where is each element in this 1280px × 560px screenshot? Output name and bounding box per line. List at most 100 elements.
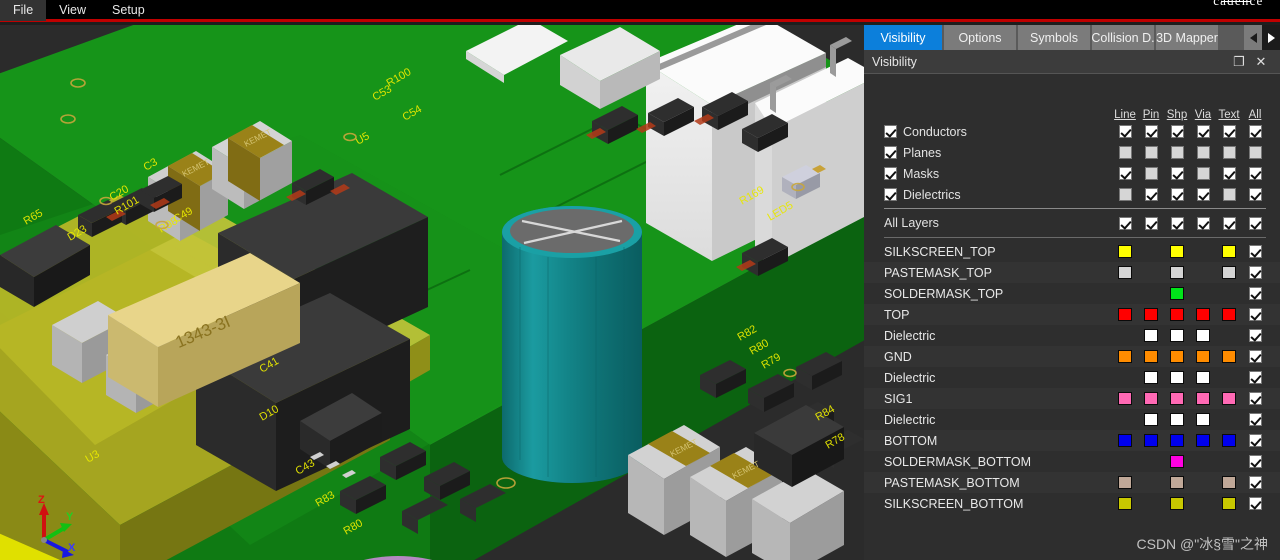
layer-color-swatch-shp[interactable] [1170,434,1184,447]
layer-visible-checkbox[interactable] [1249,413,1262,426]
group-checkbox-pin[interactable] [1145,167,1158,180]
layer-color-swatch-line[interactable] [1118,476,1132,489]
layer-color-swatch-shp[interactable] [1170,371,1184,384]
group-checkbox-all[interactable] [1249,125,1262,138]
group-checkbox-via[interactable] [1197,188,1210,201]
group-enable-checkbox[interactable] [884,146,897,159]
layer-visible-checkbox[interactable] [1249,392,1262,405]
group-checkbox-via[interactable] [1197,167,1210,180]
layer-color-swatch-shp[interactable] [1170,266,1184,279]
layer-color-swatch-text[interactable] [1222,266,1236,279]
layer-color-swatch-shp[interactable] [1170,455,1184,468]
layer-color-swatch-text[interactable] [1222,350,1236,363]
all-layers-checkbox-shp[interactable] [1171,217,1184,230]
layer-color-swatch-via[interactable] [1196,371,1210,384]
layer-color-swatch-shp[interactable] [1170,329,1184,342]
layer-color-swatch-via[interactable] [1196,350,1210,363]
layer-row[interactable]: BOTTOM [864,430,1280,451]
layer-visible-checkbox[interactable] [1249,497,1262,510]
layer-visible-checkbox[interactable] [1249,329,1262,342]
layer-visible-checkbox[interactable] [1249,245,1262,258]
tab-3d-mapper[interactable]: 3D Mapper [1156,25,1218,50]
layer-color-swatch-shp[interactable] [1170,308,1184,321]
undock-icon[interactable]: ❐ [1228,52,1250,72]
group-checkbox-shp[interactable] [1171,167,1184,180]
column-header-all[interactable]: All [1242,109,1268,121]
layer-visible-checkbox[interactable] [1249,266,1262,279]
group-checkbox-shp[interactable] [1171,188,1184,201]
layer-visible-checkbox[interactable] [1249,455,1262,468]
layer-color-swatch-line[interactable] [1118,266,1132,279]
group-checkbox-text[interactable] [1223,188,1236,201]
column-header-via[interactable]: Via [1190,109,1216,121]
layer-color-swatch-pin[interactable] [1144,392,1158,405]
close-icon[interactable]: ✕ [1250,52,1272,72]
layer-color-swatch-text[interactable] [1222,392,1236,405]
layer-color-swatch-text[interactable] [1222,434,1236,447]
layer-color-swatch-shp[interactable] [1170,350,1184,363]
layer-color-swatch-shp[interactable] [1170,245,1184,258]
layer-color-swatch-pin[interactable] [1144,371,1158,384]
tab-next-button[interactable] [1262,25,1280,50]
tab-collision-d[interactable]: Collision D. [1092,25,1154,50]
group-enable-checkbox[interactable] [884,125,897,138]
group-checkbox-shp[interactable] [1171,125,1184,138]
layer-visible-checkbox[interactable] [1249,434,1262,447]
layer-color-swatch-line[interactable] [1118,245,1132,258]
group-checkbox-line[interactable] [1119,188,1132,201]
layer-visible-checkbox[interactable] [1249,371,1262,384]
group-checkbox-text[interactable] [1223,167,1236,180]
column-header-line[interactable]: Line [1112,109,1138,121]
all-layers-checkbox-line[interactable] [1119,217,1132,230]
layer-color-swatch-via[interactable] [1196,413,1210,426]
group-checkbox-text[interactable] [1223,146,1236,159]
all-layers-checkbox-via[interactable] [1197,217,1210,230]
pcb-3d-viewport[interactable]: 1343-3I [0,25,864,560]
layer-color-swatch-via[interactable] [1196,392,1210,405]
layer-color-swatch-text[interactable] [1222,245,1236,258]
all-layers-checkbox-text[interactable] [1223,217,1236,230]
menu-item-setup[interactable]: Setup [99,0,158,21]
layer-color-swatch-line[interactable] [1118,497,1132,510]
all-layers-checkbox-pin[interactable] [1145,217,1158,230]
tab-symbols[interactable]: Symbols [1018,25,1090,50]
layer-color-swatch-line[interactable] [1118,434,1132,447]
group-checkbox-all[interactable] [1249,146,1262,159]
group-checkbox-via[interactable] [1197,125,1210,138]
layer-row[interactable]: PASTEMASK_TOP [864,262,1280,283]
all-layers-checkbox-all[interactable] [1249,217,1262,230]
layer-color-swatch-line[interactable] [1118,392,1132,405]
tab-options[interactable]: Options [944,25,1016,50]
layer-row[interactable]: Dielectric [864,325,1280,346]
group-checkbox-text[interactable] [1223,125,1236,138]
layer-visible-checkbox[interactable] [1249,308,1262,321]
layer-row[interactable]: SOLDERMASK_BOTTOM [864,451,1280,472]
menu-item-view[interactable]: View [46,0,99,21]
layer-row[interactable]: SOLDERMASK_TOP [864,283,1280,304]
layer-color-swatch-text[interactable] [1222,308,1236,321]
layer-color-swatch-shp[interactable] [1170,497,1184,510]
layer-row[interactable]: SILKSCREEN_TOP [864,241,1280,262]
group-enable-checkbox[interactable] [884,188,897,201]
layer-color-swatch-via[interactable] [1196,329,1210,342]
tab-visibility[interactable]: Visibility [864,25,942,50]
group-checkbox-line[interactable] [1119,167,1132,180]
layer-color-swatch-text[interactable] [1222,476,1236,489]
layer-color-swatch-pin[interactable] [1144,413,1158,426]
layer-visible-checkbox[interactable] [1249,287,1262,300]
layer-color-swatch-shp[interactable] [1170,392,1184,405]
layer-color-swatch-line[interactable] [1118,308,1132,321]
layer-color-swatch-pin[interactable] [1144,434,1158,447]
group-checkbox-all[interactable] [1249,188,1262,201]
layer-color-swatch-pin[interactable] [1144,350,1158,363]
layer-color-swatch-shp[interactable] [1170,287,1184,300]
group-checkbox-pin[interactable] [1145,146,1158,159]
layer-color-swatch-shp[interactable] [1170,476,1184,489]
tab-prev-button[interactable] [1244,25,1262,50]
menu-item-file[interactable]: File [0,0,46,21]
layer-visible-checkbox[interactable] [1249,476,1262,489]
layer-color-swatch-via[interactable] [1196,308,1210,321]
layer-color-swatch-pin[interactable] [1144,329,1158,342]
layer-row[interactable]: GND [864,346,1280,367]
group-enable-checkbox[interactable] [884,167,897,180]
